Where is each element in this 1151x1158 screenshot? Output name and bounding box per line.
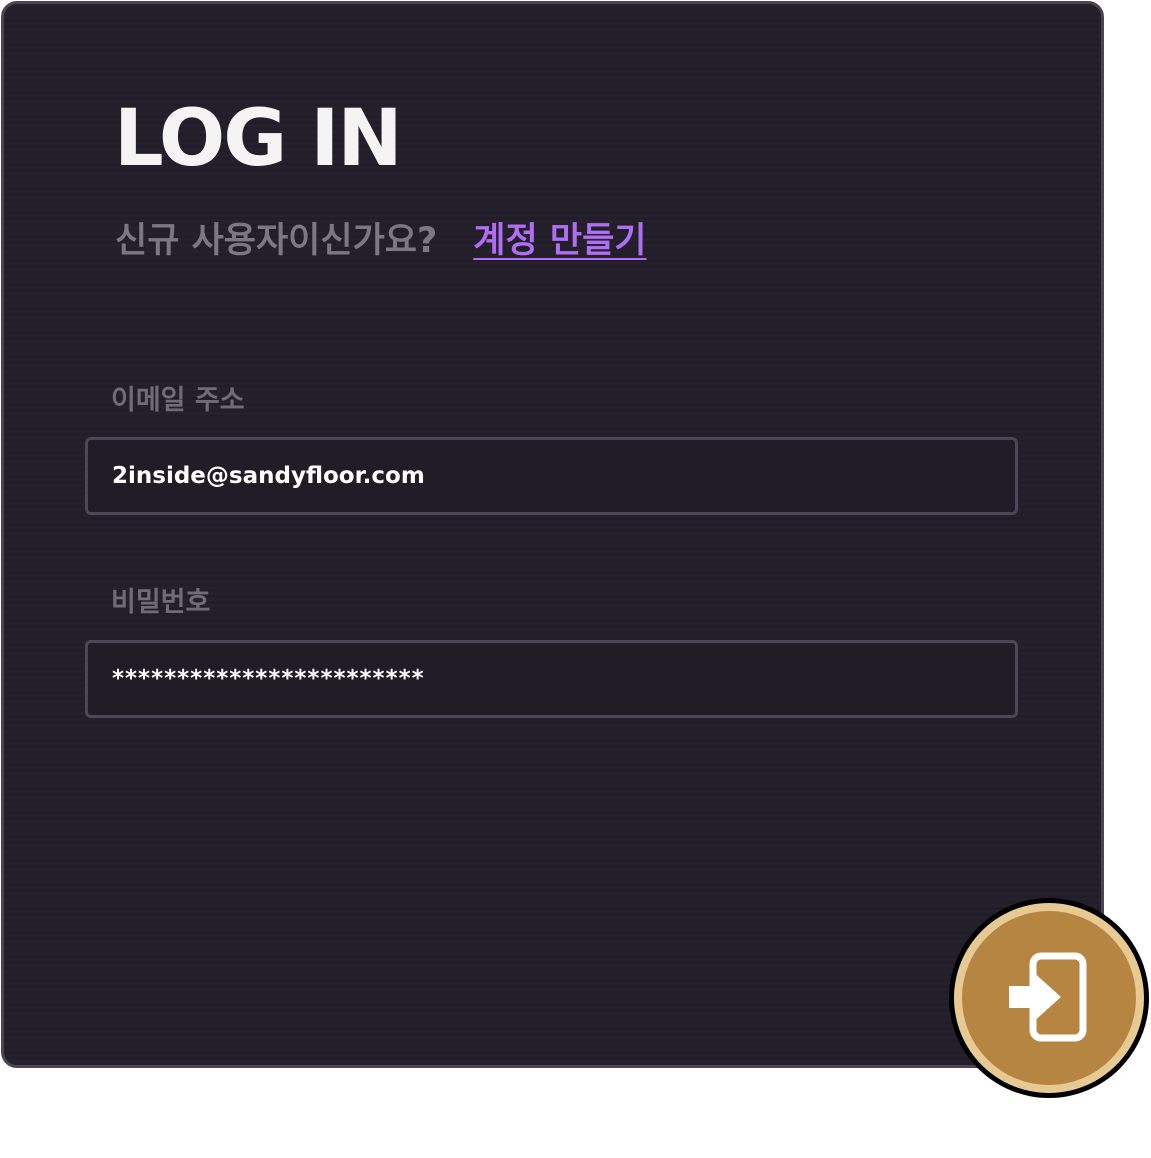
login-icon [1009, 952, 1087, 1042]
email-field-box [85, 437, 1018, 515]
email-field[interactable] [88, 440, 1015, 512]
password-field-box [85, 640, 1018, 718]
create-account-link[interactable]: 계정 만들기 [473, 212, 646, 263]
login-submit-button[interactable] [949, 898, 1149, 1098]
signup-prompt: 신규 사용자이신가요? 계정 만들기 [115, 212, 646, 263]
password-field[interactable] [88, 643, 1015, 715]
password-label: 비밀번호 [111, 587, 211, 618]
login-button-core [962, 911, 1136, 1085]
email-label: 이메일 주소 [111, 385, 245, 416]
new-user-question: 신규 사용자이신가요? [115, 221, 438, 261]
login-card: LOG IN 신규 사용자이신가요? 계정 만들기 [1, 1, 1104, 1068]
login-button-ring [954, 903, 1144, 1093]
page-title: LOG IN [114, 94, 403, 184]
